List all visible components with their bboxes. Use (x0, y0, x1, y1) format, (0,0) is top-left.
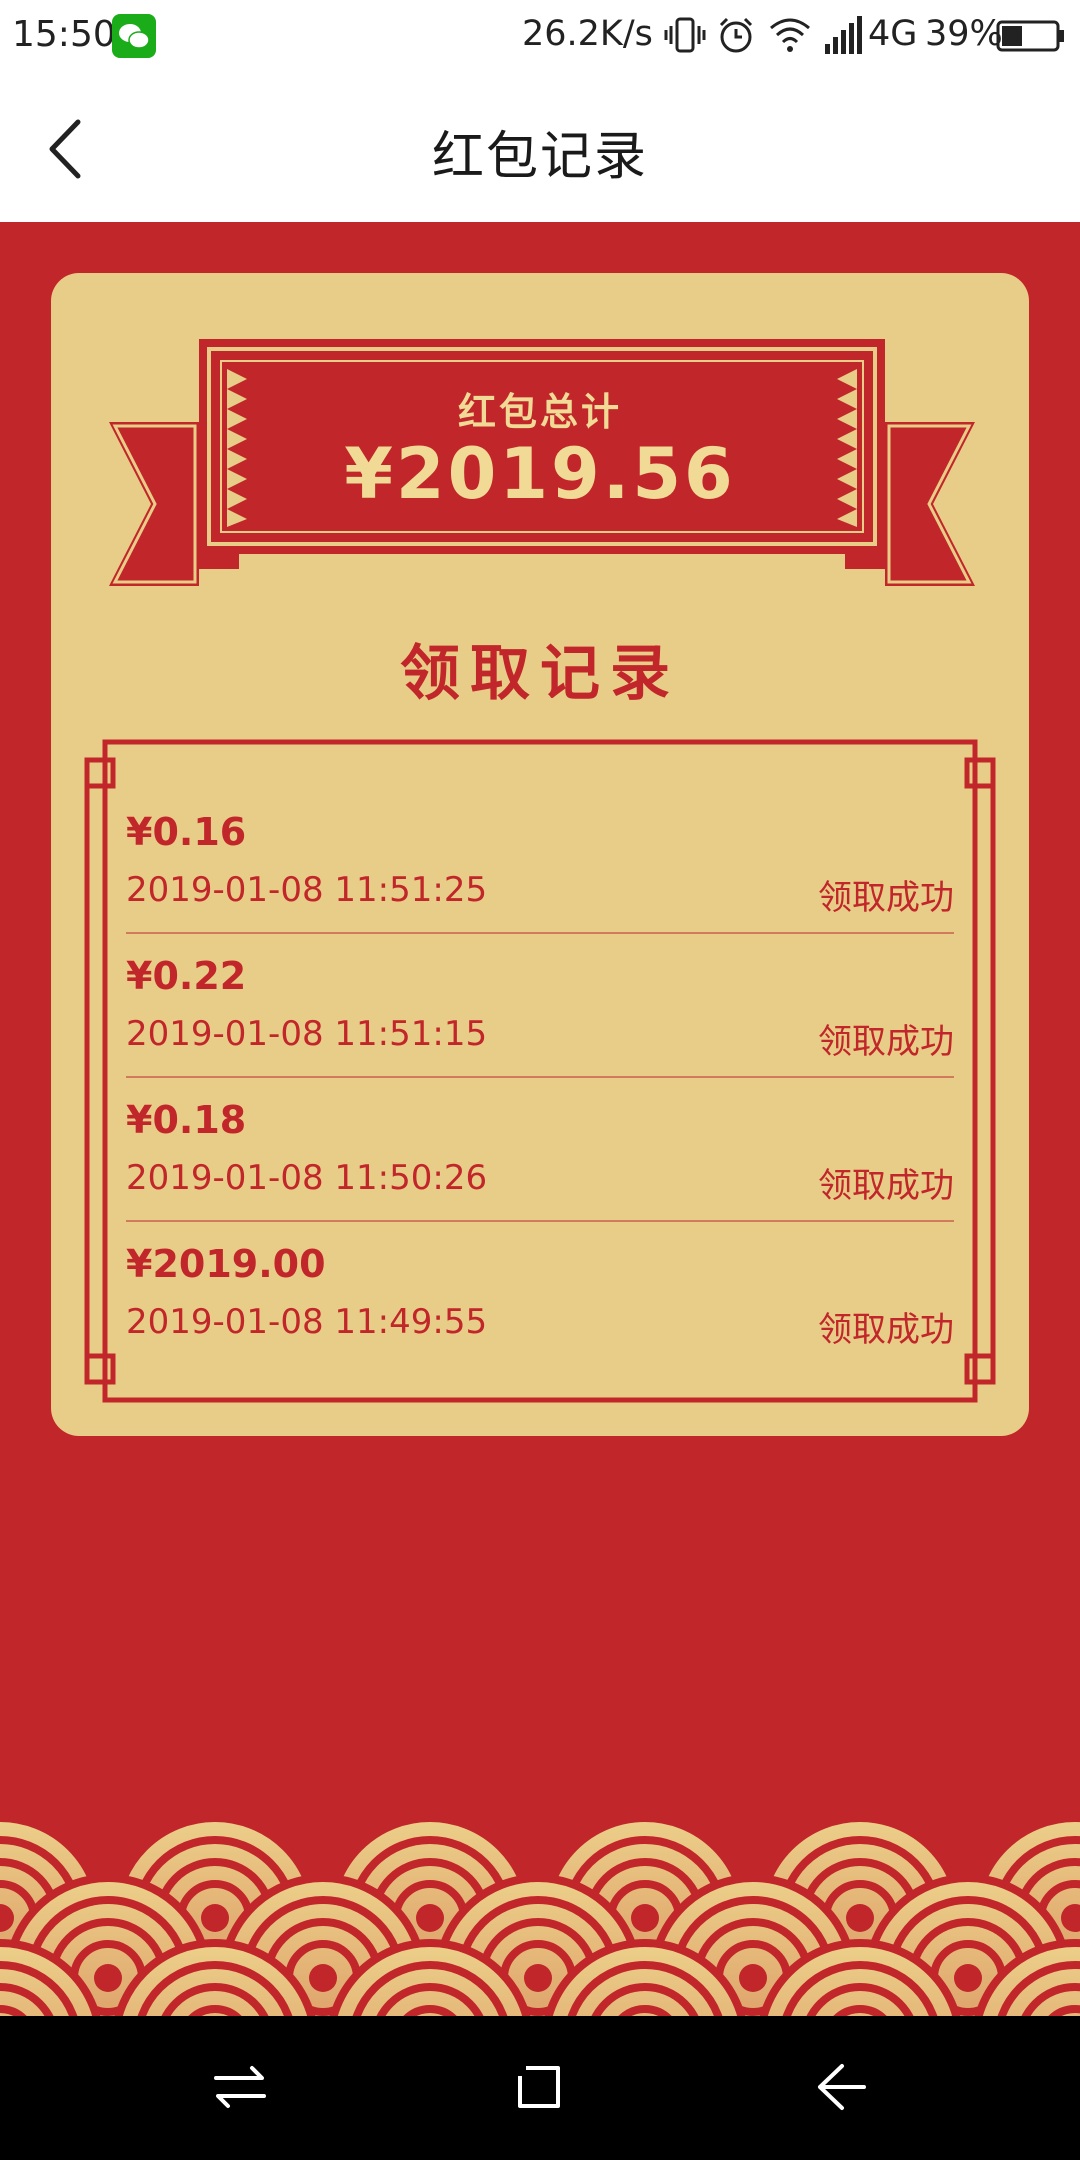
alarm-icon (716, 16, 756, 60)
record-list: ¥0.16 2019-01-08 11:51:25 领取成功 ¥0.22 201… (126, 790, 954, 1366)
total-amount: ¥2019.56 (344, 433, 736, 515)
status-bar: 15:50 26.2K/s 4G 39% (0, 0, 1080, 72)
net-speed: 26.2K/s (522, 14, 653, 54)
record-status: 领取成功 (818, 878, 954, 918)
record-amount: ¥2019.00 (126, 1242, 326, 1286)
record-status: 领取成功 (818, 1022, 954, 1062)
vibrate-icon (664, 16, 706, 58)
list-item[interactable]: ¥0.18 2019-01-08 11:50:26 领取成功 (126, 1078, 954, 1222)
app-header: 红包记录 (0, 72, 1080, 222)
records-title: 领取记录 (400, 639, 680, 709)
list-item[interactable]: ¥2019.00 2019-01-08 11:49:55 领取成功 (126, 1222, 954, 1366)
record-amount: ¥0.18 (126, 1098, 247, 1142)
record-amount: ¥0.22 (126, 954, 247, 998)
signal-icon (824, 14, 866, 60)
navigation-bar (0, 2016, 1080, 2160)
record-datetime: 2019-01-08 11:49:55 (126, 1302, 488, 1342)
list-item[interactable]: ¥0.22 2019-01-08 11:51:15 领取成功 (126, 934, 954, 1078)
wave-decoration (0, 1818, 1080, 2018)
recent-apps-icon[interactable] (210, 2062, 270, 2116)
home-icon[interactable] (512, 2062, 568, 2116)
wechat-icon (112, 14, 156, 58)
battery-icon (996, 20, 1066, 56)
list-item[interactable]: ¥0.16 2019-01-08 11:51:25 领取成功 (126, 790, 954, 934)
record-amount: ¥0.16 (126, 810, 247, 854)
record-status: 领取成功 (818, 1166, 954, 1206)
wifi-icon (768, 16, 812, 58)
record-datetime: 2019-01-08 11:51:25 (126, 870, 488, 910)
record-datetime: 2019-01-08 11:51:15 (126, 1014, 488, 1054)
record-datetime: 2019-01-08 11:50:26 (126, 1158, 488, 1198)
total-label: 红包总计 (457, 390, 622, 434)
record-status: 领取成功 (818, 1310, 954, 1350)
battery-percent: 39% (925, 14, 1003, 54)
network-type: 4G (868, 14, 918, 54)
status-time: 15:50 (12, 14, 116, 55)
back-icon[interactable] (812, 2062, 872, 2116)
page-title: 红包记录 (431, 127, 648, 187)
